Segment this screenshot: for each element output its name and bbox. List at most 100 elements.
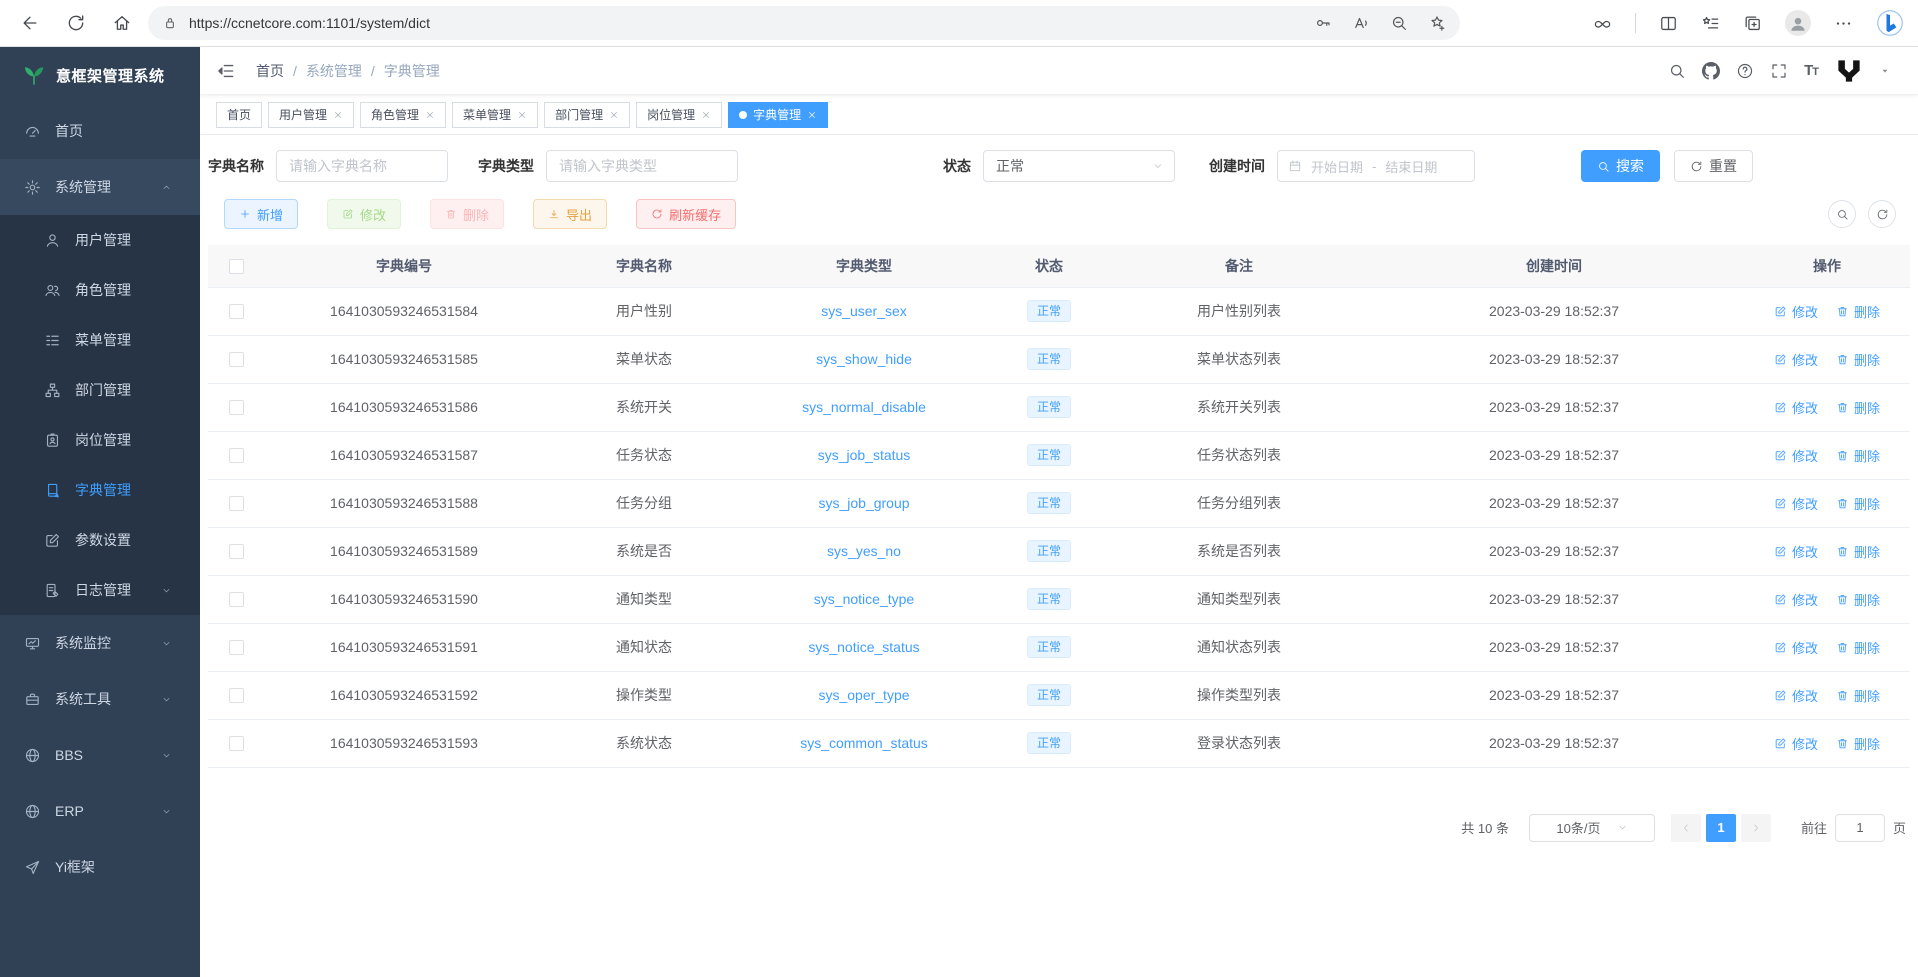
row-delete-link[interactable]: 删除	[1836, 542, 1880, 561]
url-text[interactable]: https://ccnetcore.com:1101/system/dict	[189, 15, 1314, 31]
read-aloud-icon[interactable]	[1352, 14, 1370, 32]
close-icon[interactable]	[333, 110, 343, 120]
bing-chat-icon[interactable]	[1876, 9, 1904, 37]
reset-button[interactable]: 重置	[1674, 150, 1753, 182]
close-icon[interactable]	[517, 110, 527, 120]
breadcrumb-home[interactable]: 首页	[256, 61, 284, 81]
favorite-add-icon[interactable]	[1428, 14, 1446, 32]
sidebar-item-system-tools[interactable]: 系统工具	[0, 671, 200, 727]
row-edit-link[interactable]: 修改	[1774, 446, 1818, 465]
fullscreen-icon[interactable]	[1770, 62, 1788, 80]
browser-refresh-icon[interactable]	[66, 13, 86, 33]
row-delete-link[interactable]: 删除	[1836, 686, 1880, 705]
user-menu-caret-icon[interactable]	[1880, 66, 1890, 76]
sidebar-item-dept-mgmt[interactable]: 部门管理	[0, 365, 200, 415]
browser-essentials-icon[interactable]	[1593, 14, 1612, 33]
sidebar-item-post-mgmt[interactable]: 岗位管理	[0, 415, 200, 465]
sidebar-item-home[interactable]: 首页	[0, 103, 200, 159]
dict-type-link[interactable]: sys_notice_status	[808, 639, 919, 655]
date-range-picker[interactable]: 开始日期 - 结束日期	[1277, 150, 1475, 182]
dict-type-link[interactable]: sys_job_status	[818, 447, 911, 463]
row-edit-link[interactable]: 修改	[1774, 638, 1818, 657]
row-checkbox[interactable]	[229, 736, 244, 751]
browser-home-icon[interactable]	[112, 13, 132, 33]
sidebar-item-system-monitor[interactable]: 系统监控	[0, 615, 200, 671]
sidebar-collapse-icon[interactable]	[216, 61, 236, 81]
dict-type-link[interactable]: sys_job_group	[818, 495, 909, 511]
row-checkbox[interactable]	[229, 400, 244, 415]
row-checkbox[interactable]	[229, 496, 244, 511]
lock-icon[interactable]	[162, 15, 178, 31]
row-checkbox[interactable]	[229, 448, 244, 463]
tab-user-mgmt[interactable]: 用户管理	[268, 102, 354, 128]
close-icon[interactable]	[701, 110, 711, 120]
row-delete-link[interactable]: 删除	[1836, 638, 1880, 657]
row-delete-link[interactable]: 删除	[1836, 350, 1880, 369]
row-edit-link[interactable]: 修改	[1774, 686, 1818, 705]
row-edit-link[interactable]: 修改	[1774, 350, 1818, 369]
tab-menu-mgmt[interactable]: 菜单管理	[452, 102, 538, 128]
header-search-icon[interactable]	[1668, 62, 1686, 80]
close-icon[interactable]	[425, 110, 435, 120]
delete-button[interactable]: 删除	[430, 199, 504, 229]
row-delete-link[interactable]: 删除	[1836, 494, 1880, 513]
goto-page-input[interactable]	[1835, 814, 1885, 842]
row-checkbox[interactable]	[229, 352, 244, 367]
address-bar[interactable]: https://ccnetcore.com:1101/system/dict	[148, 6, 1460, 40]
export-button[interactable]: 导出	[533, 199, 607, 229]
next-page-button[interactable]	[1741, 814, 1771, 842]
dict-name-input[interactable]	[276, 150, 448, 182]
dict-type-link[interactable]: sys_normal_disable	[802, 399, 926, 415]
row-checkbox[interactable]	[229, 688, 244, 703]
row-edit-link[interactable]: 修改	[1774, 734, 1818, 753]
row-edit-link[interactable]: 修改	[1774, 398, 1818, 417]
font-size-icon[interactable]: TT	[1804, 62, 1818, 79]
dict-type-link[interactable]: sys_user_sex	[821, 303, 907, 319]
sidebar-item-system-mgmt[interactable]: 系统管理	[0, 159, 200, 215]
row-delete-link[interactable]: 删除	[1836, 590, 1880, 609]
sidebar-item-dict-mgmt[interactable]: 字典管理	[0, 465, 200, 515]
refresh-table-button[interactable]	[1868, 200, 1896, 228]
browser-profile-avatar[interactable]	[1785, 10, 1811, 36]
sidebar-item-role-mgmt[interactable]: 角色管理	[0, 265, 200, 315]
dict-type-link[interactable]: sys_notice_type	[814, 591, 914, 607]
status-select[interactable]: 正常	[983, 150, 1175, 182]
row-edit-link[interactable]: 修改	[1774, 494, 1818, 513]
page-size-select[interactable]: 10条/页	[1529, 814, 1655, 842]
browser-back-icon[interactable]	[20, 13, 40, 33]
refresh-cache-button[interactable]: 刷新缓存	[636, 199, 736, 229]
dict-type-input[interactable]	[546, 150, 738, 182]
sidebar-item-yi-framework[interactable]: Yi框架	[0, 839, 200, 895]
tab-home[interactable]: 首页	[216, 102, 262, 128]
dict-type-link[interactable]: sys_show_hide	[816, 351, 912, 367]
dict-type-link[interactable]: sys_common_status	[800, 735, 928, 751]
row-checkbox[interactable]	[229, 304, 244, 319]
sidebar-item-erp[interactable]: ERP	[0, 783, 200, 839]
help-icon[interactable]	[1736, 62, 1754, 80]
dict-type-link[interactable]: sys_yes_no	[827, 543, 901, 559]
row-edit-link[interactable]: 修改	[1774, 302, 1818, 321]
row-delete-link[interactable]: 删除	[1836, 302, 1880, 321]
sidebar-item-bbs[interactable]: BBS	[0, 727, 200, 783]
row-delete-link[interactable]: 删除	[1836, 446, 1880, 465]
close-icon[interactable]	[807, 110, 817, 120]
sidebar-item-log-mgmt[interactable]: 日志管理	[0, 565, 200, 615]
row-edit-link[interactable]: 修改	[1774, 542, 1818, 561]
browser-menu-icon[interactable]	[1834, 14, 1853, 33]
split-screen-icon[interactable]	[1659, 14, 1678, 33]
row-delete-link[interactable]: 删除	[1836, 398, 1880, 417]
zoom-out-icon[interactable]	[1390, 14, 1408, 32]
collections-icon[interactable]	[1743, 14, 1762, 33]
sidebar-item-menu-mgmt[interactable]: 菜单管理	[0, 315, 200, 365]
sidebar-item-user-mgmt[interactable]: 用户管理	[0, 215, 200, 265]
row-delete-link[interactable]: 删除	[1836, 734, 1880, 753]
breadcrumb-system[interactable]: 系统管理	[306, 61, 362, 81]
edit-button[interactable]: 修改	[327, 199, 401, 229]
select-all-checkbox[interactable]	[229, 259, 244, 274]
add-button[interactable]: 新增	[224, 199, 298, 229]
row-checkbox[interactable]	[229, 544, 244, 559]
dict-type-link[interactable]: sys_oper_type	[818, 687, 909, 703]
password-icon[interactable]	[1314, 14, 1332, 32]
row-checkbox[interactable]	[229, 640, 244, 655]
tab-dept-mgmt[interactable]: 部门管理	[544, 102, 630, 128]
